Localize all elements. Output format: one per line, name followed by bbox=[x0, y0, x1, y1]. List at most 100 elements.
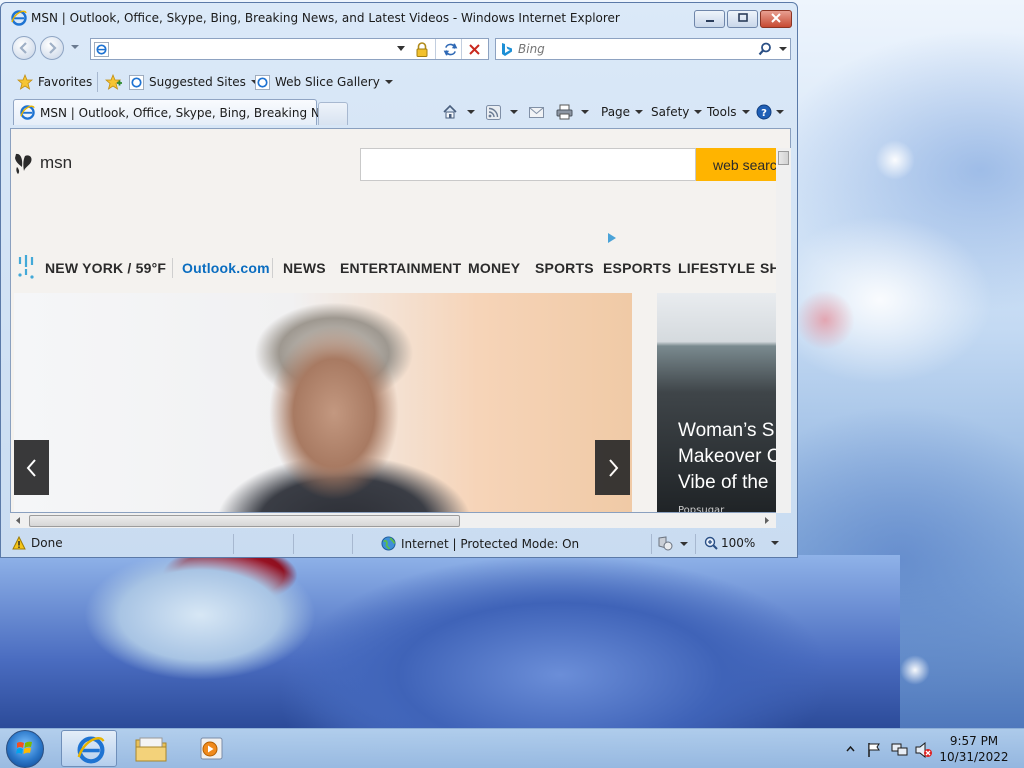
scroll-right-icon[interactable] bbox=[763, 516, 771, 525]
search-provider-dropdown[interactable] bbox=[779, 47, 787, 51]
close-button[interactable] bbox=[760, 10, 792, 28]
search-bar bbox=[495, 38, 791, 60]
favorites-label: Favorites bbox=[38, 75, 93, 89]
status-bar: Done Internet | Protected Mode: On 100% bbox=[7, 534, 793, 554]
back-arrow-icon bbox=[19, 42, 27, 54]
search-icon[interactable] bbox=[758, 42, 772, 56]
favorites-bar: Favorites Suggested Sites Web Slice Gall… bbox=[7, 69, 793, 96]
chevron-down-icon bbox=[635, 110, 644, 114]
stop-icon[interactable] bbox=[468, 43, 481, 56]
zoom-button[interactable]: 100% bbox=[704, 536, 780, 550]
horizontal-scrollbar[interactable] bbox=[10, 513, 776, 528]
chevron-down-icon bbox=[694, 110, 703, 114]
mail-icon bbox=[529, 106, 544, 118]
address-input[interactable] bbox=[113, 41, 393, 57]
tab-label: MSN | Outlook, Office, Skype, Bing, Brea… bbox=[40, 106, 339, 120]
safety-menu-button[interactable]: Safety bbox=[651, 103, 703, 121]
folder-icon bbox=[135, 737, 167, 762]
wallpaper-bokeh bbox=[900, 655, 930, 685]
suggested-sites-label: Suggested Sites bbox=[149, 75, 246, 89]
maximize-button[interactable] bbox=[727, 10, 758, 28]
status-separator bbox=[695, 534, 696, 554]
status-text: Done bbox=[12, 536, 63, 550]
vertical-scrollbar[interactable] bbox=[776, 148, 791, 513]
chevron-down-icon bbox=[741, 110, 750, 114]
warning-icon bbox=[12, 536, 26, 550]
page-icon bbox=[255, 74, 270, 90]
recent-pages-dropdown[interactable] bbox=[71, 45, 79, 49]
maximize-icon bbox=[737, 13, 748, 22]
print-button[interactable] bbox=[556, 103, 589, 121]
horizontal-scroll-thumb[interactable] bbox=[29, 515, 460, 527]
carousel-next-button[interactable] bbox=[595, 440, 630, 495]
show-hidden-icons-icon[interactable] bbox=[846, 745, 855, 752]
nav-sports[interactable]: SPORTS bbox=[535, 260, 594, 276]
home-icon bbox=[443, 104, 457, 119]
favorites-button[interactable]: Favorites bbox=[17, 74, 92, 90]
security-zone[interactable]: Internet | Protected Mode: On bbox=[381, 536, 579, 551]
tab-msn[interactable]: MSN | Outlook, Office, Skype, Bing, Brea… bbox=[13, 99, 339, 125]
web-slice-gallery-label: Web Slice Gallery bbox=[275, 75, 380, 89]
home-button[interactable] bbox=[442, 103, 475, 121]
add-favorite-icon bbox=[105, 74, 122, 90]
system-clock[interactable]: 9:57 PM 10/31/2022 bbox=[934, 733, 1014, 765]
refresh-icon[interactable] bbox=[443, 42, 458, 57]
volume-muted-icon[interactable] bbox=[915, 742, 933, 758]
minimize-button[interactable] bbox=[694, 10, 725, 28]
wallpaper-figure bbox=[0, 555, 900, 728]
search-input[interactable] bbox=[518, 41, 738, 57]
side-news-card[interactable]: Woman’s S Makeover C Vibe of the Popsuga… bbox=[657, 293, 790, 512]
nav-entertainment[interactable]: ENTERTAINMENT bbox=[340, 260, 461, 276]
scroll-left-icon[interactable] bbox=[14, 516, 22, 525]
web-search-button[interactable]: web search bbox=[696, 148, 786, 181]
clock-date: 10/31/2022 bbox=[939, 750, 1009, 764]
suggested-sites-button[interactable]: Suggested Sites bbox=[129, 74, 259, 90]
msn-nav-bar: NEW YORK / 59°F Outlook.com NEWS ENTERTA… bbox=[11, 251, 790, 285]
zoom-level: 100% bbox=[721, 536, 756, 550]
network-icon[interactable] bbox=[891, 742, 908, 758]
web-slice-gallery-button[interactable]: Web Slice Gallery bbox=[255, 74, 393, 90]
msn-search-input[interactable] bbox=[360, 148, 696, 181]
popup-blocker-button[interactable] bbox=[657, 536, 688, 551]
tab-row: MSN | Outlook, Office, Skype, Bing, Brea… bbox=[7, 99, 793, 127]
help-button[interactable]: ? bbox=[756, 103, 784, 121]
new-tab-button[interactable] bbox=[318, 102, 348, 125]
status-separator bbox=[233, 534, 234, 554]
nav-news[interactable]: NEWS bbox=[283, 260, 326, 276]
status-label: Done bbox=[31, 536, 63, 550]
page-menu-button[interactable]: Page bbox=[601, 103, 644, 121]
help-icon: ? bbox=[756, 104, 772, 120]
vertical-scroll-thumb[interactable] bbox=[778, 151, 789, 165]
lock-icon[interactable] bbox=[415, 42, 429, 57]
weather-link[interactable]: NEW YORK / 59°F bbox=[45, 260, 166, 276]
action-center-flag-icon[interactable] bbox=[866, 742, 882, 758]
hero-image[interactable] bbox=[14, 293, 632, 512]
feeds-button[interactable] bbox=[486, 103, 518, 121]
carousel-prev-button[interactable] bbox=[14, 440, 49, 495]
add-to-favorites-bar-button[interactable] bbox=[105, 74, 123, 90]
msn-logo[interactable]: msn bbox=[13, 151, 72, 175]
ie-icon bbox=[20, 105, 35, 120]
ad-choices-icon[interactable] bbox=[608, 233, 616, 243]
forward-button[interactable] bbox=[40, 36, 64, 60]
taskbar-media-player-button[interactable] bbox=[183, 730, 239, 767]
nav-esports[interactable]: ESPORTS bbox=[603, 260, 671, 276]
read-mail-button[interactable] bbox=[529, 103, 544, 121]
outlook-link[interactable]: Outlook.com bbox=[182, 260, 270, 276]
chevron-down-icon bbox=[771, 541, 780, 545]
zoom-icon bbox=[704, 536, 718, 550]
media-player-icon bbox=[200, 737, 223, 760]
tools-menu-button[interactable]: Tools bbox=[707, 103, 750, 121]
taskbar-explorer-button[interactable] bbox=[123, 730, 179, 767]
nav-lifestyle[interactable]: LIFESTYLE bbox=[678, 260, 755, 276]
taskbar-ie-button[interactable] bbox=[61, 730, 117, 767]
start-button[interactable] bbox=[6, 730, 44, 768]
nav-divider bbox=[172, 258, 173, 278]
title-bar[interactable]: MSN | Outlook, Office, Skype, Bing, Brea… bbox=[1, 3, 797, 33]
address-dropdown[interactable] bbox=[397, 46, 405, 51]
nav-money[interactable]: MONEY bbox=[468, 260, 520, 276]
safety-menu-label: Safety bbox=[651, 105, 690, 119]
ie-icon bbox=[11, 10, 27, 26]
back-button[interactable] bbox=[12, 36, 36, 60]
status-separator bbox=[651, 534, 652, 554]
